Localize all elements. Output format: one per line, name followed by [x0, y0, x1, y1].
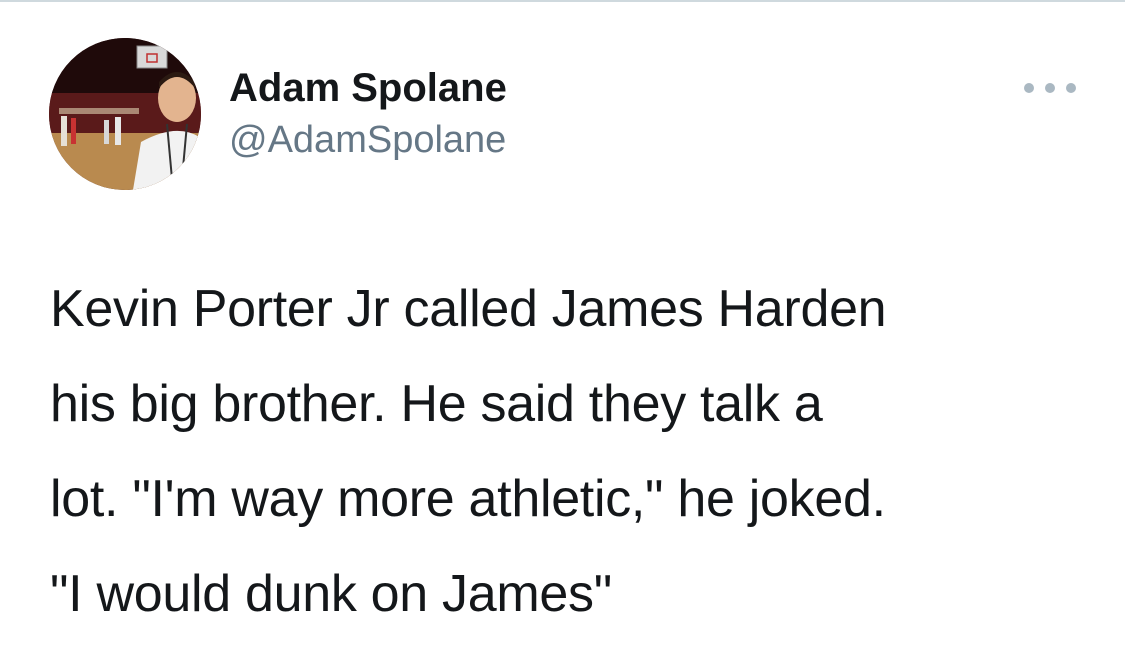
tweet-text: Kevin Porter Jr called James Harden his … — [50, 280, 887, 623]
author-names: Adam Spolane @AdamSpolane — [229, 62, 507, 166]
author-avatar[interactable] — [49, 38, 201, 190]
author-display-name[interactable]: Adam Spolane — [229, 62, 507, 114]
author-handle[interactable]: @AdamSpolane — [229, 114, 507, 166]
ellipsis-icon-dot — [1045, 83, 1055, 93]
ellipsis-icon-dot — [1066, 83, 1076, 93]
more-options-button[interactable] — [1024, 76, 1076, 100]
avatar-photo — [49, 38, 201, 190]
ellipsis-icon-dot — [1024, 83, 1034, 93]
tweet-card: Adam Spolane @AdamSpolane Kevin Porter J… — [0, 0, 1125, 659]
